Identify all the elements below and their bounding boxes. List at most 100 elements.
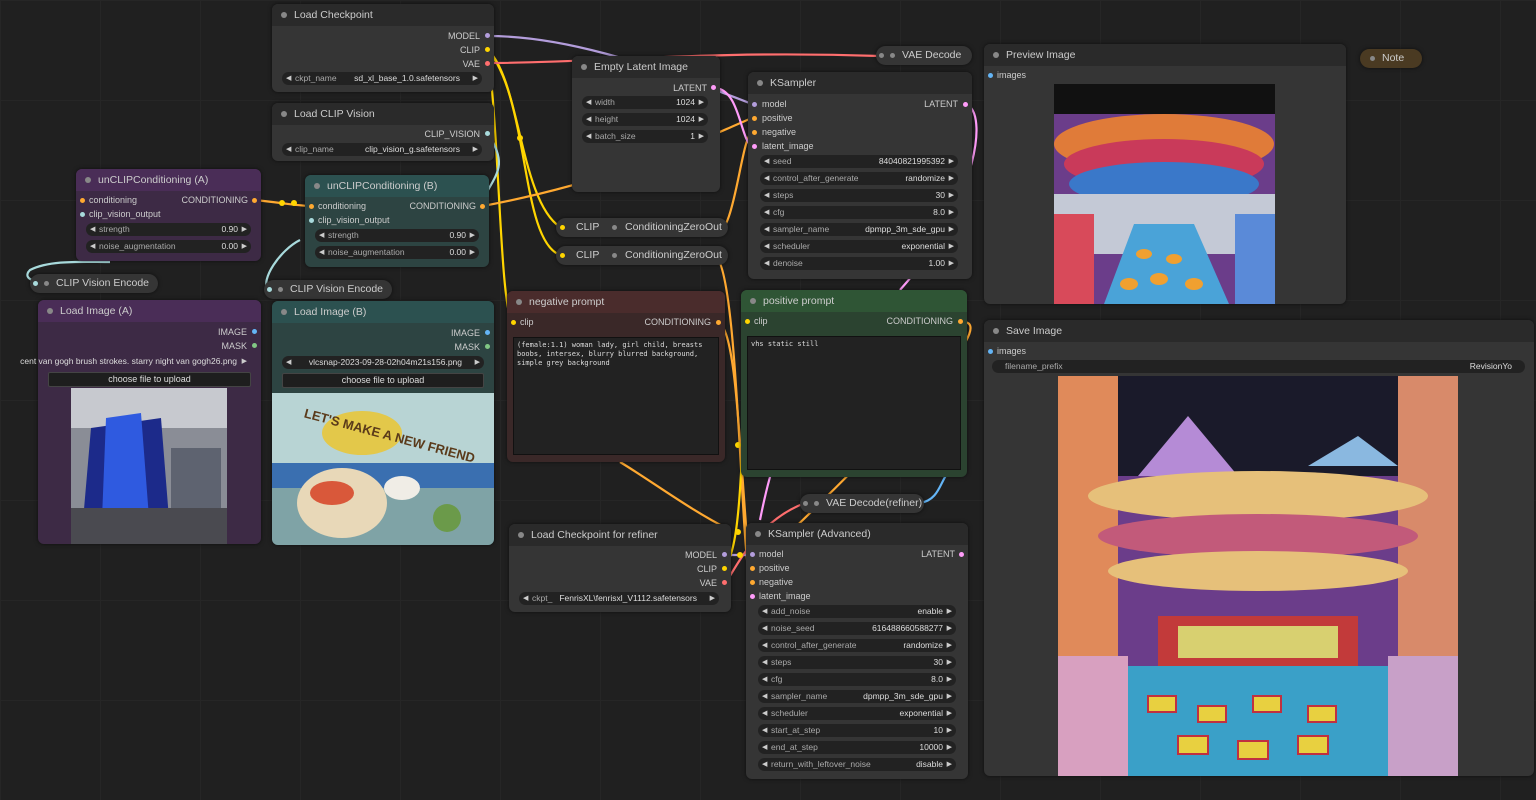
node-title[interactable]: Load Checkpoint for refiner — [509, 524, 731, 546]
socket-icon[interactable] — [750, 566, 755, 571]
conditioning-zero-out-node-1[interactable]: CLIP ConditioningZeroOut — [556, 218, 728, 237]
collapse-dot-icon[interactable] — [85, 177, 91, 183]
socket-icon[interactable] — [560, 225, 565, 230]
output-vae[interactable]: VAE — [700, 578, 717, 588]
output-vae[interactable]: VAE — [463, 59, 480, 69]
choose-file-button[interactable]: choose file to upload — [282, 373, 484, 388]
arrow-right-icon[interactable]: ▶ — [949, 240, 954, 253]
collapse-dot-icon[interactable] — [814, 501, 819, 506]
arrow-right-icon[interactable]: ▶ — [242, 240, 247, 253]
input-clip-vision-output[interactable]: clip_vision_output — [318, 215, 390, 225]
collapse-dot-icon[interactable] — [1370, 56, 1375, 61]
output-latent[interactable]: LATENT — [673, 83, 707, 93]
ksampler-node[interactable]: KSampler model positive negative latent_… — [748, 72, 972, 279]
unclip-conditioning-b-node[interactable]: unCLIPConditioning (B) conditioning clip… — [305, 175, 489, 267]
arrow-right-icon[interactable]: ▶ — [949, 257, 954, 270]
image-combo[interactable]: ◀ vlcsnap-2023-09-28-02h04m21s156.png ▶ — [282, 356, 484, 369]
widget-sampler-name[interactable]: ◀ sampler_name dpmpp_3m_sde_gpu ▶ — [760, 223, 958, 236]
arrow-left-icon[interactable]: ◀ — [286, 356, 291, 369]
arrow-right-icon[interactable]: ▶ — [699, 113, 704, 126]
widget-add-noise[interactable]: ◀ add_noise enable ▶ — [758, 605, 956, 618]
socket-icon[interactable] — [485, 131, 490, 136]
node-title[interactable]: Load Image (B) — [272, 301, 494, 323]
collapse-dot-icon[interactable] — [314, 183, 320, 189]
height-widget[interactable]: ◀ height 1024 ▶ — [582, 113, 708, 126]
input-clip-vision-output[interactable]: clip_vision_output — [89, 209, 161, 219]
socket-icon[interactable] — [267, 287, 272, 292]
arrow-right-icon[interactable]: ▶ — [949, 223, 954, 236]
output-model[interactable]: MODEL — [685, 550, 717, 560]
widget-sampler-name[interactable]: ◀ sampler_name dpmpp_3m_sde_gpu ▶ — [758, 690, 956, 703]
arrow-right-icon[interactable]: ▶ — [473, 72, 478, 85]
socket-icon[interactable] — [252, 329, 257, 334]
node-title[interactable]: unCLIPConditioning (A) — [76, 169, 261, 191]
output-latent[interactable]: LATENT — [921, 549, 955, 559]
node-title[interactable]: unCLIPConditioning (B) — [305, 175, 489, 197]
output-clip[interactable]: CLIP — [460, 45, 480, 55]
input-clip[interactable]: clip — [520, 317, 534, 327]
arrow-left-icon[interactable]: ◀ — [586, 113, 591, 126]
arrow-left-icon[interactable]: ◀ — [764, 155, 769, 168]
strength-widget[interactable]: ◀ strength 0.90 ▶ — [86, 223, 251, 236]
vae-decode-node[interactable]: VAE Decode — [876, 46, 972, 65]
arrow-left-icon[interactable]: ◀ — [90, 240, 95, 253]
positive-prompt-node[interactable]: positive prompt clip CONDITIONING vhs st… — [741, 290, 967, 477]
socket-icon[interactable] — [716, 320, 721, 325]
output-latent[interactable]: LATENT — [924, 99, 958, 109]
arrow-right-icon[interactable]: ▶ — [470, 246, 475, 259]
input-positive[interactable]: positive — [762, 113, 793, 123]
widget-control-after-generate[interactable]: ◀ control_after_generate randomize ▶ — [760, 172, 958, 185]
load-image-a-node[interactable]: Load Image (A) IMAGE MASK cent van gogh … — [20, 300, 261, 544]
socket-icon[interactable] — [80, 212, 85, 217]
input-model[interactable]: model — [759, 549, 784, 559]
arrow-left-icon[interactable]: ◀ — [762, 707, 767, 720]
node-title[interactable]: Load Image (A) — [38, 300, 261, 322]
prompt-textarea[interactable]: (female:1.1) woman lady, girl child, bre… — [513, 337, 719, 455]
output-clip[interactable]: CLIP — [697, 564, 717, 574]
empty-latent-image-node[interactable]: Empty Latent Image LATENT ◀ width 1024 ▶ ◀ h… — [572, 56, 720, 192]
negative-prompt-node[interactable]: negative prompt clip CONDITIONING (femal… — [507, 291, 725, 462]
collapse-dot-icon[interactable] — [755, 531, 761, 537]
widget-start-at-step[interactable]: ◀ start_at_step 10 ▶ — [758, 724, 956, 737]
socket-icon[interactable] — [752, 144, 757, 149]
input-clip[interactable]: CLIP — [576, 218, 599, 237]
prompt-textarea[interactable]: vhs static still — [747, 336, 961, 470]
output-image[interactable]: IMAGE — [218, 327, 247, 337]
unclip-conditioning-a-node[interactable]: unCLIPConditioning (A) conditioning clip… — [76, 169, 261, 261]
socket-icon[interactable] — [722, 552, 727, 557]
output-conditioning[interactable]: CONDITIONING — [887, 316, 954, 326]
ksampler-advanced-node[interactable]: KSampler (Advanced) model positive negat… — [746, 523, 968, 779]
socket-icon[interactable] — [252, 343, 257, 348]
load-image-b-node[interactable]: Load Image (B) IMAGE MASK ◀ vlcsnap-2023-… — [272, 301, 494, 545]
arrow-left-icon[interactable]: ◀ — [319, 229, 324, 242]
socket-icon[interactable] — [485, 47, 490, 52]
socket-icon[interactable] — [803, 501, 808, 506]
socket-icon[interactable] — [959, 552, 964, 557]
socket-icon[interactable] — [480, 204, 485, 209]
arrow-right-icon[interactable]: ▶ — [947, 707, 952, 720]
socket-icon[interactable] — [252, 198, 257, 203]
collapse-dot-icon[interactable] — [612, 225, 617, 230]
widget-denoise[interactable]: ◀ denoise 1.00 ▶ — [760, 257, 958, 270]
input-images[interactable]: images — [997, 346, 1026, 356]
arrow-right-icon[interactable]: ▶ — [699, 130, 704, 143]
socket-icon[interactable] — [33, 281, 38, 286]
arrow-right-icon[interactable]: ▶ — [242, 223, 247, 236]
batch-size-widget[interactable]: ◀ batch_size 1 ▶ — [582, 130, 708, 143]
socket-icon[interactable] — [560, 253, 565, 258]
collapse-dot-icon[interactable] — [750, 298, 756, 304]
arrow-left-icon[interactable]: ◀ — [764, 257, 769, 270]
collapse-dot-icon[interactable] — [44, 281, 49, 286]
node-title[interactable]: negative prompt — [507, 291, 725, 313]
clip-name-combo[interactable]: ◀ clip_name clip_vision_g.safetensors ▶ — [282, 143, 482, 156]
output-image[interactable]: IMAGE — [451, 328, 480, 338]
arrow-left-icon[interactable]: ◀ — [586, 96, 591, 109]
collapse-dot-icon[interactable] — [890, 53, 895, 58]
preview-image-node[interactable]: Preview Image images — [984, 44, 1346, 304]
socket-icon[interactable] — [485, 61, 490, 66]
widget-steps[interactable]: ◀ steps 30 ▶ — [758, 656, 956, 669]
arrow-right-icon[interactable]: ▶ — [947, 741, 952, 754]
arrow-left-icon[interactable]: ◀ — [762, 690, 767, 703]
input-conditioning[interactable]: conditioning — [89, 195, 137, 205]
widget-seed[interactable]: ◀ seed 84040821995392 ▶ — [760, 155, 958, 168]
